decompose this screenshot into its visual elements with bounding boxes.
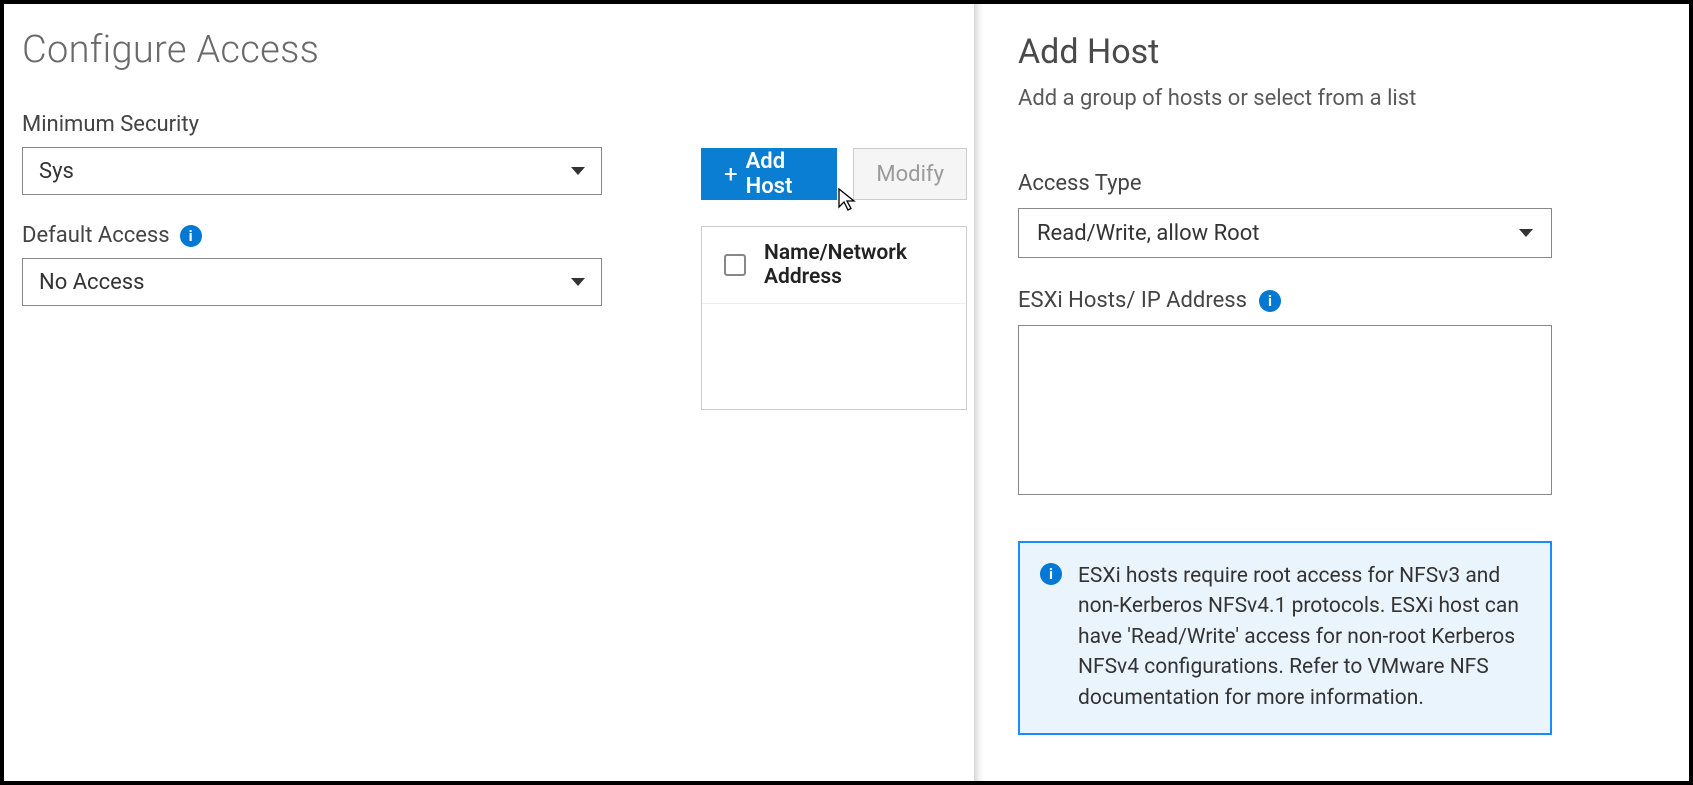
modify-button-label: Modify [876,162,944,187]
select-all-checkbox[interactable] [724,254,746,276]
modify-button: Modify [853,148,967,200]
column-header-name: Name/Network Address [764,241,944,289]
page-title: Configure Access [22,28,956,72]
min-security-label: Minimum Security [22,112,956,137]
add-host-button-label: Add Host [746,149,815,199]
info-panel-text: ESXi hosts require root access for NFSv3… [1078,561,1530,713]
info-panel: ESXi hosts require root access for NFSv3… [1018,541,1552,735]
esxi-hosts-label-text: ESXi Hosts/ IP Address [1018,288,1247,313]
min-security-label-text: Minimum Security [22,112,199,137]
default-access-label-text: Default Access [22,223,170,248]
hosts-table: Name/Network Address [701,226,967,410]
access-type-label: Access Type [1018,171,1653,196]
panel-title: Add Host [1018,32,1653,72]
access-type-value: Read/Write, allow Root [1037,221,1259,246]
panel-subtitle: Add a group of hosts or select from a li… [1018,86,1653,111]
esxi-hosts-label: ESXi Hosts/ IP Address [1018,288,1653,313]
esxi-hosts-input[interactable] [1018,325,1552,495]
min-security-select[interactable]: Sys [22,147,602,195]
plus-icon: + [724,160,738,188]
add-host-button[interactable]: + Add Host [701,148,837,200]
access-type-select[interactable]: Read/Write, allow Root [1018,208,1552,258]
info-icon [1040,563,1062,585]
default-access-value: No Access [39,270,144,295]
info-icon[interactable] [1259,290,1281,312]
chevron-down-icon [571,167,585,175]
chevron-down-icon [1519,229,1533,237]
min-security-value: Sys [39,159,74,184]
default-access-select[interactable]: No Access [22,258,602,306]
hosts-table-header-row: Name/Network Address [702,227,966,304]
info-icon[interactable] [180,225,202,247]
chevron-down-icon [571,278,585,286]
access-type-label-text: Access Type [1018,171,1142,196]
